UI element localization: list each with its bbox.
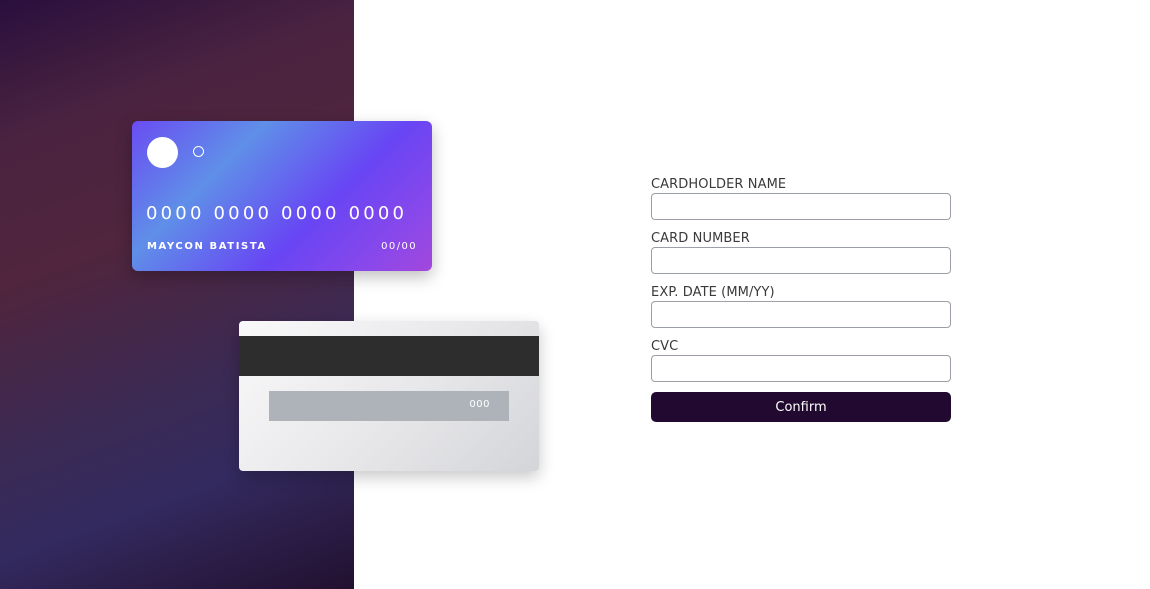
cardholder-name-display: MAYCON BATISTA bbox=[147, 241, 267, 252]
exp-date-label: EXP. DATE (MM/YY) bbox=[651, 285, 775, 300]
magnetic-stripe bbox=[239, 336, 539, 376]
confirm-button[interactable]: Confirm bbox=[651, 392, 951, 422]
card-number-label: CARD NUMBER bbox=[651, 231, 750, 246]
cvc-field: CVC bbox=[651, 338, 951, 382]
exp-date-input[interactable] bbox=[651, 301, 951, 328]
page: 0000 0000 0000 0000 MAYCON BATISTA 00/00… bbox=[0, 0, 1150, 589]
card-front-preview: 0000 0000 0000 0000 MAYCON BATISTA 00/00 bbox=[132, 121, 432, 271]
decorative-side-panel bbox=[0, 0, 354, 589]
card-cvc-display: 000 bbox=[469, 399, 490, 410]
card-number-display: 0000 0000 0000 0000 bbox=[146, 203, 408, 224]
card-details-form: CARDHOLDER NAME CARD NUMBER EXP. DATE (M… bbox=[651, 176, 951, 422]
cvc-label: CVC bbox=[651, 339, 679, 354]
card-logo-outline-circle-icon bbox=[193, 146, 204, 157]
card-logo-filled-circle-icon bbox=[147, 137, 178, 168]
card-back-preview: 000 bbox=[239, 321, 539, 471]
exp-date-field: EXP. DATE (MM/YY) bbox=[651, 284, 951, 328]
card-number-field: CARD NUMBER bbox=[651, 230, 951, 274]
cardholder-name-field: CARDHOLDER NAME bbox=[651, 176, 951, 220]
card-expiry-display: 00/00 bbox=[381, 241, 417, 252]
signature-strip: 000 bbox=[269, 391, 509, 421]
cardholder-name-input[interactable] bbox=[651, 193, 951, 220]
card-number-input[interactable] bbox=[651, 247, 951, 274]
cardholder-name-label: CARDHOLDER NAME bbox=[651, 177, 787, 192]
cvc-input[interactable] bbox=[651, 355, 951, 382]
